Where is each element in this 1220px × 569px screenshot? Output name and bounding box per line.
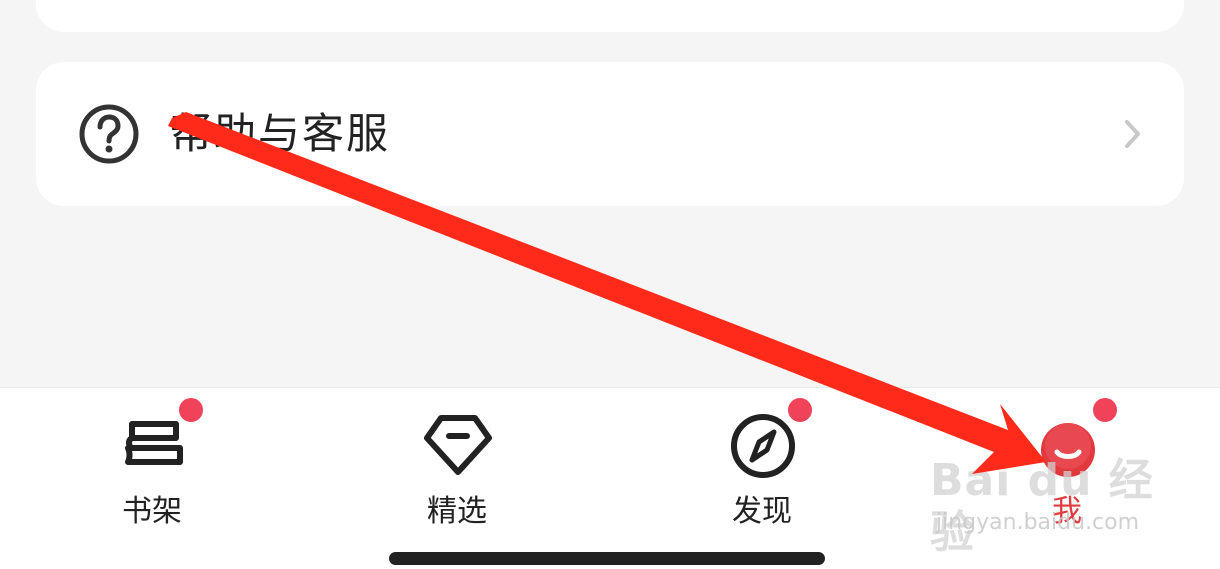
- tab-me[interactable]: 我: [967, 388, 1167, 538]
- discover-badge: [788, 398, 812, 422]
- help-service-label: 帮助与客服: [170, 109, 391, 158]
- bookshelf-badge: [179, 398, 203, 422]
- tab-me-label: 我: [1052, 494, 1082, 529]
- tab-bookshelf[interactable]: 书架: [52, 388, 252, 538]
- bookshelf-icon: [125, 421, 183, 465]
- bottom-tab-bar: 书架 精选 发现 我: [0, 387, 1220, 569]
- me-badge: [1093, 398, 1117, 422]
- tab-featured[interactable]: 精选: [357, 388, 557, 538]
- tab-bookshelf-label: 书架: [122, 494, 182, 529]
- compass-icon: [731, 414, 795, 478]
- home-indicator: [389, 552, 825, 565]
- question-circle-icon: [79, 104, 139, 164]
- tab-discover[interactable]: 发现: [662, 388, 862, 538]
- diamond-icon: [424, 415, 492, 475]
- profile-face-icon: [1041, 423, 1095, 477]
- tab-featured-label: 精选: [427, 494, 487, 529]
- chevron-right-icon: [1125, 120, 1140, 148]
- settings-card-partial: [36, 0, 1184, 32]
- help-service-row[interactable]: 帮助与客服: [36, 62, 1184, 206]
- tab-discover-label: 发现: [732, 494, 792, 529]
